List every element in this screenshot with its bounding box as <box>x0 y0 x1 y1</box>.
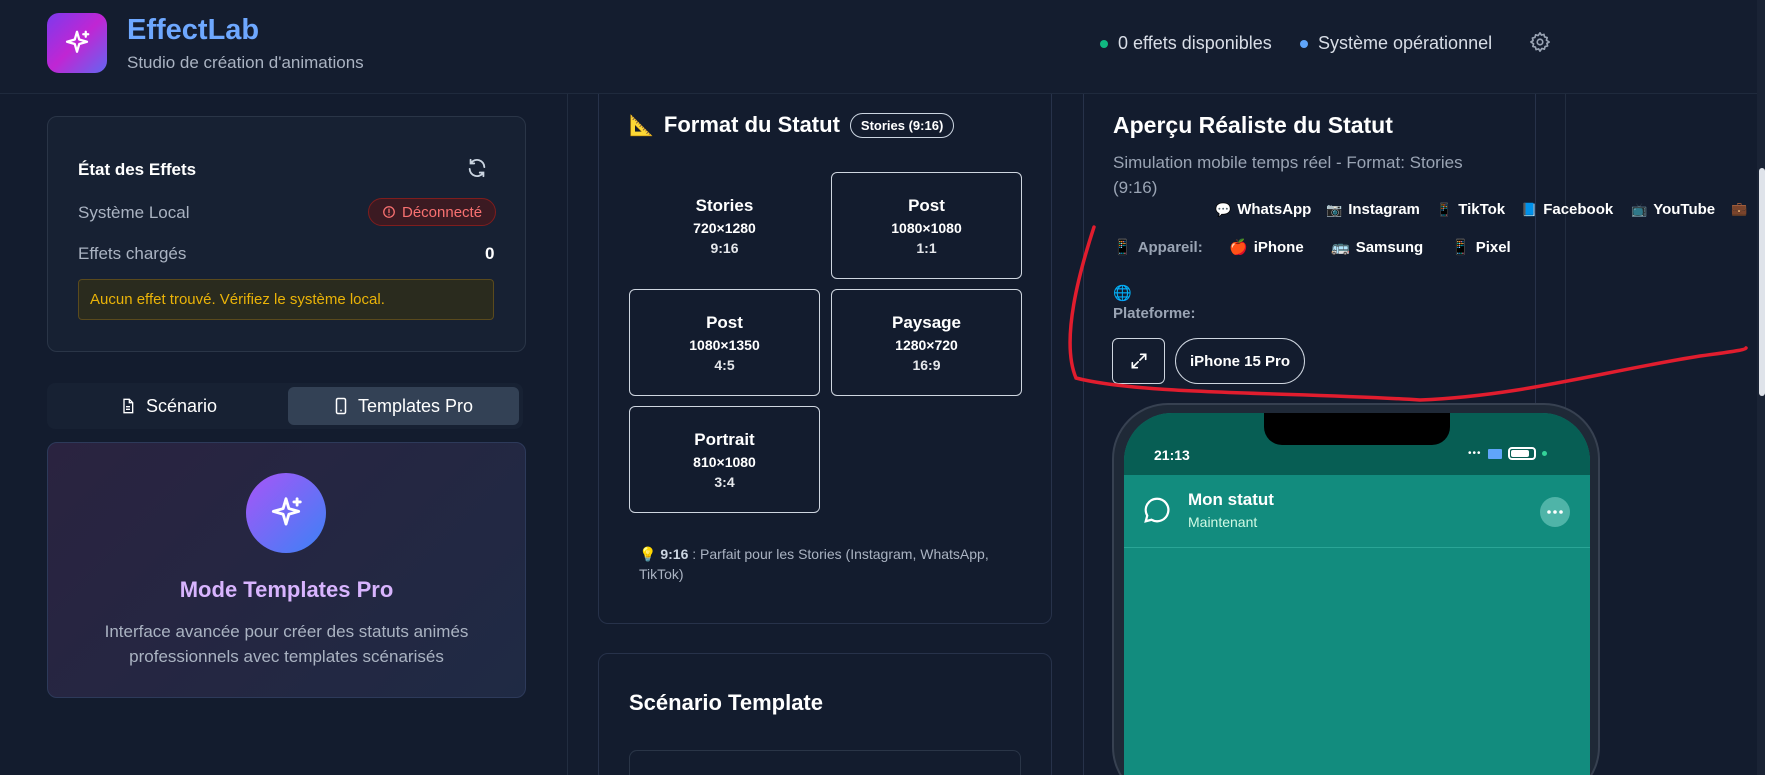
green-dot-icon <box>1541 451 1547 456</box>
phone-screen: 21:13 ••• Mon statut Maintenant <box>1124 413 1590 775</box>
cell-signal-icon <box>1487 448 1502 459</box>
status-title: Mon statut <box>1188 490 1274 509</box>
phone-status-icons: ••• <box>1468 447 1547 460</box>
phone-time: 21:13 <box>1154 447 1190 463</box>
status-time: Maintenant <box>1188 514 1258 530</box>
phone-status-bar: 21:13 ••• <box>1124 413 1590 475</box>
phone-mockup: 21:13 ••• Mon statut Maintenant <box>1112 403 1600 775</box>
chat-bubble-icon <box>1142 495 1172 530</box>
signal-dots-icon: ••• <box>1468 448 1482 459</box>
more-options-icon[interactable] <box>1540 497 1570 527</box>
phone-notch <box>1264 413 1450 445</box>
status-header: Mon statut Maintenant <box>1124 475 1590 548</box>
battery-icon <box>1507 447 1536 460</box>
